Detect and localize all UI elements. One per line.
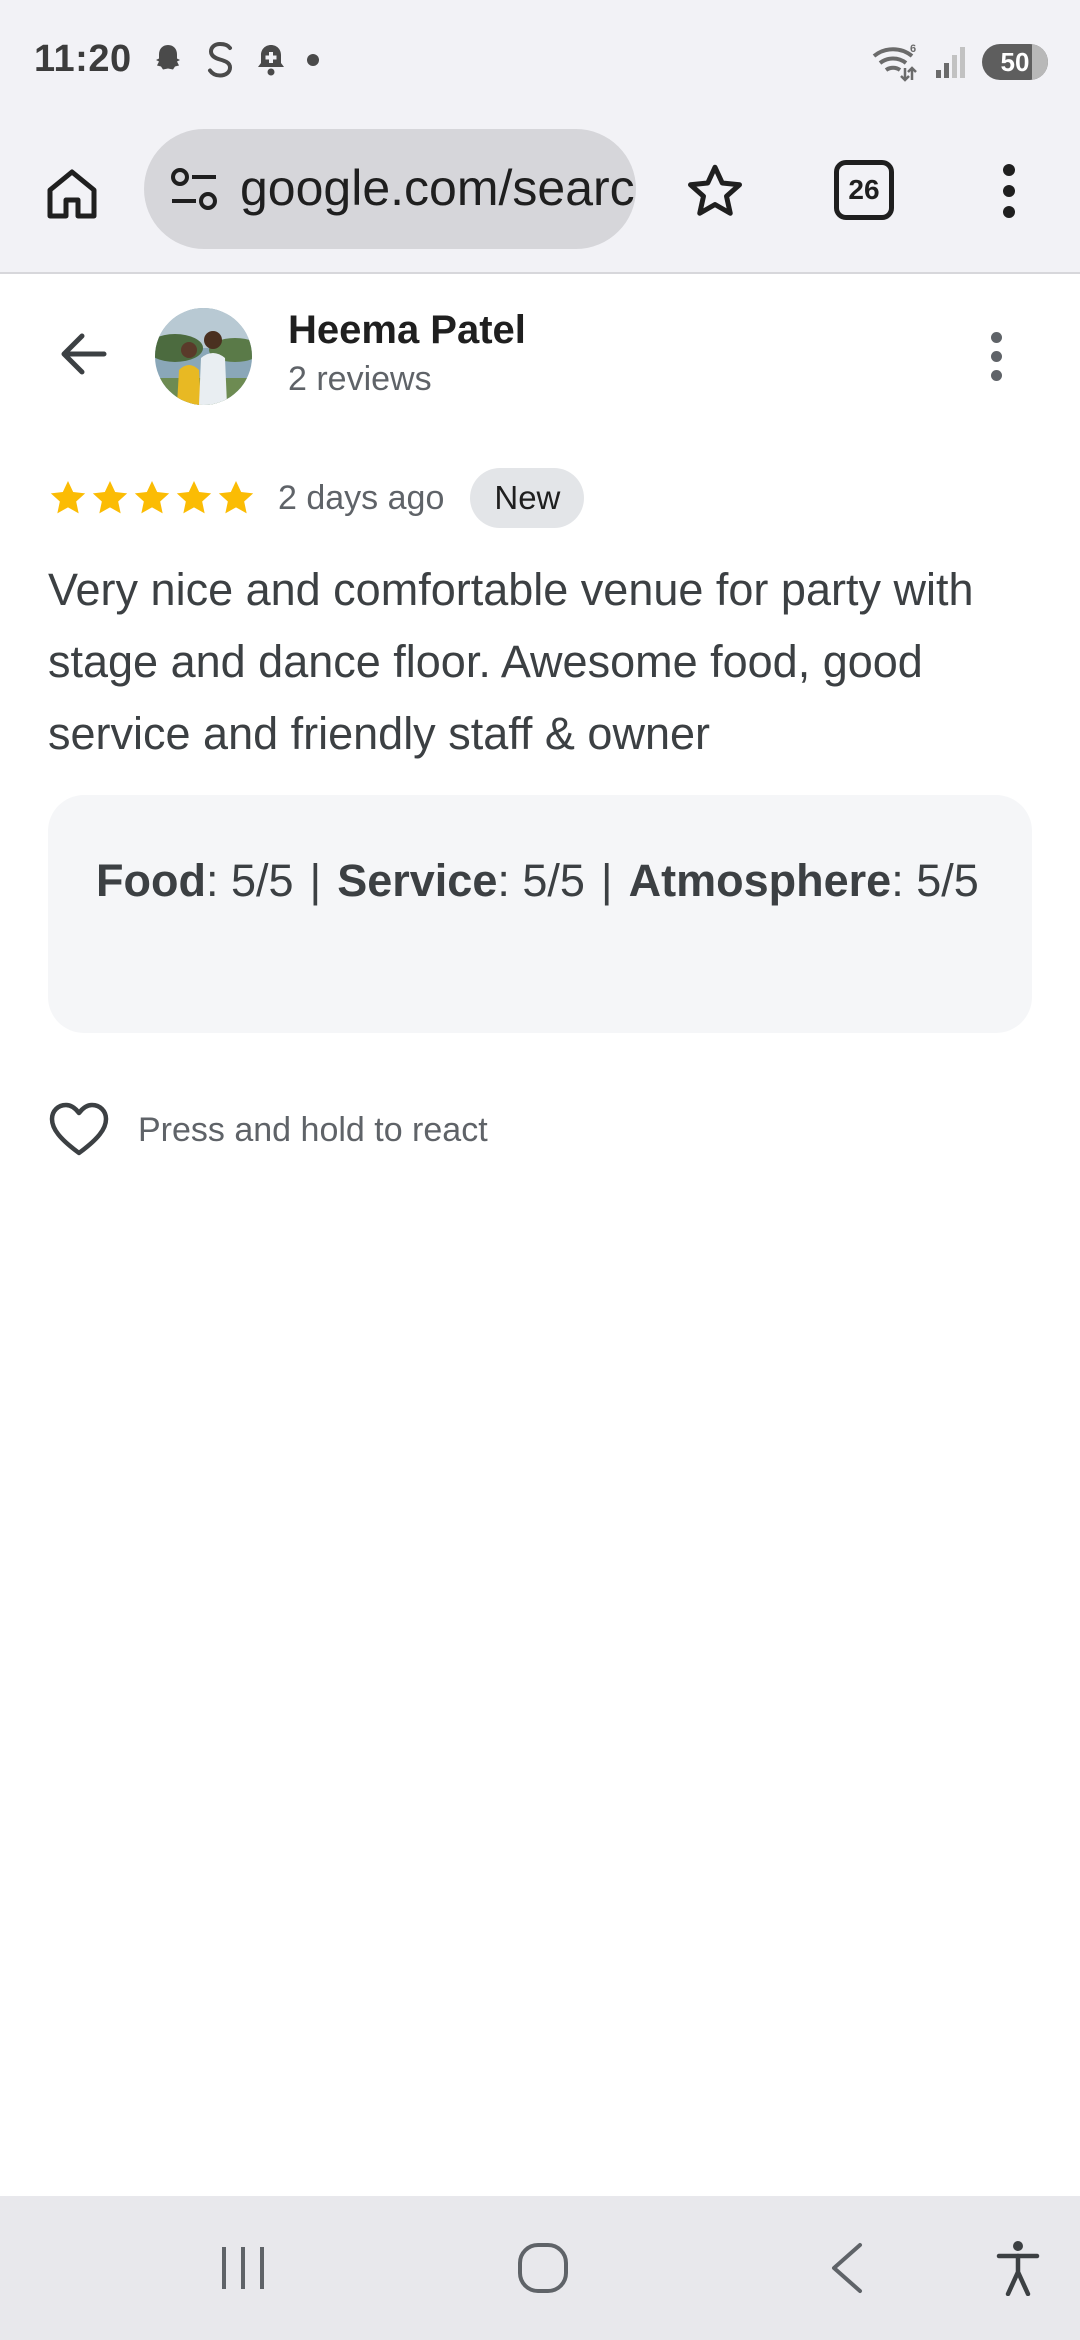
- signal-icon: [936, 47, 965, 78]
- subrating-value: : 5/5: [891, 855, 979, 906]
- star-rating: [48, 478, 256, 518]
- menu-dot-icon: [1003, 185, 1015, 197]
- wifi-icon: 6: [872, 43, 917, 82]
- battery-level: 50: [1000, 46, 1030, 77]
- recents-icon: [222, 2247, 264, 2289]
- browser-toolbar: google.com/search 26: [0, 120, 1080, 274]
- status-icons-right: 6 50: [870, 40, 1048, 84]
- status-bar: 11:20 6 50: [0, 0, 1080, 120]
- star-icon: [50, 481, 86, 514]
- system-nav-bar: [0, 2196, 1080, 2340]
- dot-icon: [307, 54, 319, 66]
- status-icons-left: [150, 38, 320, 82]
- wifi-label: 6: [910, 43, 916, 55]
- star-outline-icon: [688, 164, 742, 216]
- url-bar[interactable]: google.com/search: [144, 129, 636, 249]
- menu-dot-icon: [1003, 164, 1015, 176]
- home-nav-button[interactable]: [516, 2238, 570, 2298]
- subrating-label: Atmosphere: [628, 855, 892, 906]
- more-dot-icon: [990, 369, 1002, 381]
- browser-menu-button[interactable]: [984, 156, 1034, 226]
- author-name[interactable]: Heema Patel: [288, 308, 526, 353]
- status-time: 11:20: [34, 38, 132, 80]
- site-settings-icon[interactable]: [168, 165, 220, 213]
- subratings-box: Food: 5/5 | Service: 5/5 | Atmosphere: 5/5: [48, 795, 1032, 1033]
- react-hint: Press and hold to react: [138, 1110, 488, 1149]
- back-nav-button[interactable]: [826, 2238, 866, 2298]
- back-button[interactable]: [50, 322, 114, 386]
- subrating-label: Service: [337, 855, 498, 906]
- subrating-value: : 5/5: [205, 855, 294, 906]
- review-time: 2 days ago: [278, 478, 445, 517]
- star-icon: [134, 481, 170, 514]
- home-circle-icon: [518, 2243, 568, 2293]
- tab-switcher-button[interactable]: 26: [834, 160, 894, 220]
- more-dot-icon: [990, 350, 1002, 362]
- recent-apps-button[interactable]: [216, 2238, 270, 2298]
- notification-bell-icon: [258, 45, 284, 76]
- star-icon: [218, 481, 254, 514]
- tab-count: 26: [848, 174, 880, 205]
- menu-dot-icon: [1003, 206, 1015, 218]
- home-button[interactable]: [36, 158, 108, 230]
- home-icon: [47, 169, 97, 219]
- review-options-button[interactable]: [978, 326, 1014, 386]
- star-icon: [92, 481, 128, 514]
- avatar-photo: [155, 308, 252, 405]
- review-text: Very nice and comfortable venue for part…: [48, 564, 974, 759]
- author-review-count: 2 reviews: [288, 360, 432, 398]
- more-dot-icon: [990, 331, 1002, 343]
- accessibility-button[interactable]: [994, 2238, 1042, 2298]
- avatar[interactable]: [155, 308, 252, 405]
- accessibility-icon: [996, 2241, 1040, 2296]
- arrow-back-icon: [61, 333, 107, 375]
- subrating-label: Food: [96, 855, 206, 906]
- heart-outline-icon[interactable]: [48, 1101, 110, 1159]
- separator: |: [309, 855, 322, 906]
- chevron-left-icon: [832, 2243, 862, 2293]
- subrating-value: : 5/5: [497, 855, 585, 906]
- new-badge: New: [470, 468, 585, 528]
- battery-indicator: 50: [982, 44, 1048, 80]
- s-app-icon: [208, 41, 233, 78]
- star-icon: [176, 481, 212, 514]
- rating-row: 2 days ago New: [48, 468, 585, 528]
- bookmark-button[interactable]: [680, 156, 750, 226]
- separator: |: [600, 855, 613, 906]
- url-text[interactable]: google.com/search: [240, 159, 636, 217]
- react-row[interactable]: Press and hold to react: [48, 1098, 488, 1162]
- snapchat-icon: [156, 45, 180, 70]
